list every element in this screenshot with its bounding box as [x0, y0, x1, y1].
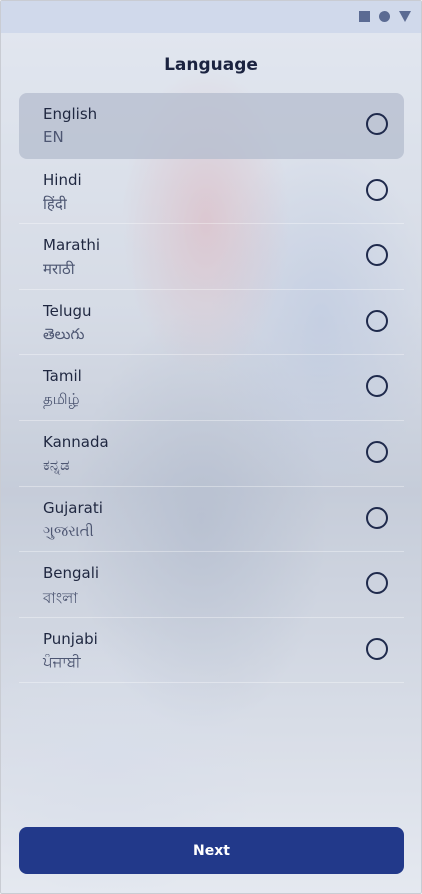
language-list: English EN Hindi हिंदी Marathi मराठी Tel…: [19, 93, 404, 684]
language-name: Kannada: [43, 432, 109, 451]
language-native-name: ਪੰਜਾਬੀ: [43, 652, 81, 671]
language-name: Telugu: [43, 301, 92, 320]
radio-button[interactable]: [366, 113, 388, 135]
language-native-name: मराठी: [43, 260, 75, 279]
language-name: Bengali: [43, 564, 100, 583]
language-item-english[interactable]: English EN: [19, 93, 404, 159]
radio-button[interactable]: [366, 375, 388, 398]
language-name: Gujarati: [43, 498, 103, 517]
language-name: Marathi: [43, 236, 101, 255]
page-title: Language: [164, 55, 258, 75]
radio-button[interactable]: [366, 309, 388, 332]
language-native-name: ગુજરાતી: [43, 521, 94, 540]
language-native-name: ಕನ್ನಡ: [43, 455, 70, 474]
language-name: Hindi: [43, 170, 82, 189]
radio-button[interactable]: [366, 572, 388, 595]
app-window: Language English EN Hindi हिंदी Marathi …: [0, 0, 422, 894]
language-item-kannada[interactable]: Kannada ಕನ್ನಡ: [19, 421, 404, 487]
language-name: English: [43, 105, 98, 123]
language-item-hindi[interactable]: Hindi हिंदी: [19, 159, 404, 225]
language-native-name: EN: [43, 128, 64, 146]
language-item-punjabi[interactable]: Punjabi ਪੰਜਾਬੀ: [19, 618, 404, 684]
language-native-name: বাংলা: [43, 589, 78, 608]
language-native-name: हिंदी: [43, 194, 67, 213]
window-title-bar: [1, 1, 421, 33]
window-controls: [359, 11, 411, 22]
language-item-bengali[interactable]: Bengali বাংলা: [19, 552, 404, 618]
language-item-marathi[interactable]: Marathi मराठी: [19, 224, 404, 290]
language-name: Punjabi: [43, 629, 98, 648]
circle-icon[interactable]: [379, 11, 390, 22]
triangle-down-icon[interactable]: [399, 11, 411, 22]
square-icon[interactable]: [359, 11, 370, 22]
radio-button[interactable]: [366, 440, 388, 463]
radio-button[interactable]: [366, 637, 388, 660]
radio-button[interactable]: [366, 178, 388, 201]
language-native-name: తెలుగు: [43, 324, 85, 343]
radio-button[interactable]: [366, 506, 388, 529]
radio-button[interactable]: [366, 244, 388, 267]
language-item-tamil[interactable]: Tamil தமிழ்: [19, 355, 404, 421]
language-item-gujarati[interactable]: Gujarati ગુજરાતી: [19, 487, 404, 553]
next-button[interactable]: Next: [19, 827, 404, 874]
language-item-telugu[interactable]: Telugu తెలుగు: [19, 290, 404, 356]
language-name: Tamil: [43, 367, 82, 386]
language-native-name: தமிழ்: [43, 390, 80, 409]
